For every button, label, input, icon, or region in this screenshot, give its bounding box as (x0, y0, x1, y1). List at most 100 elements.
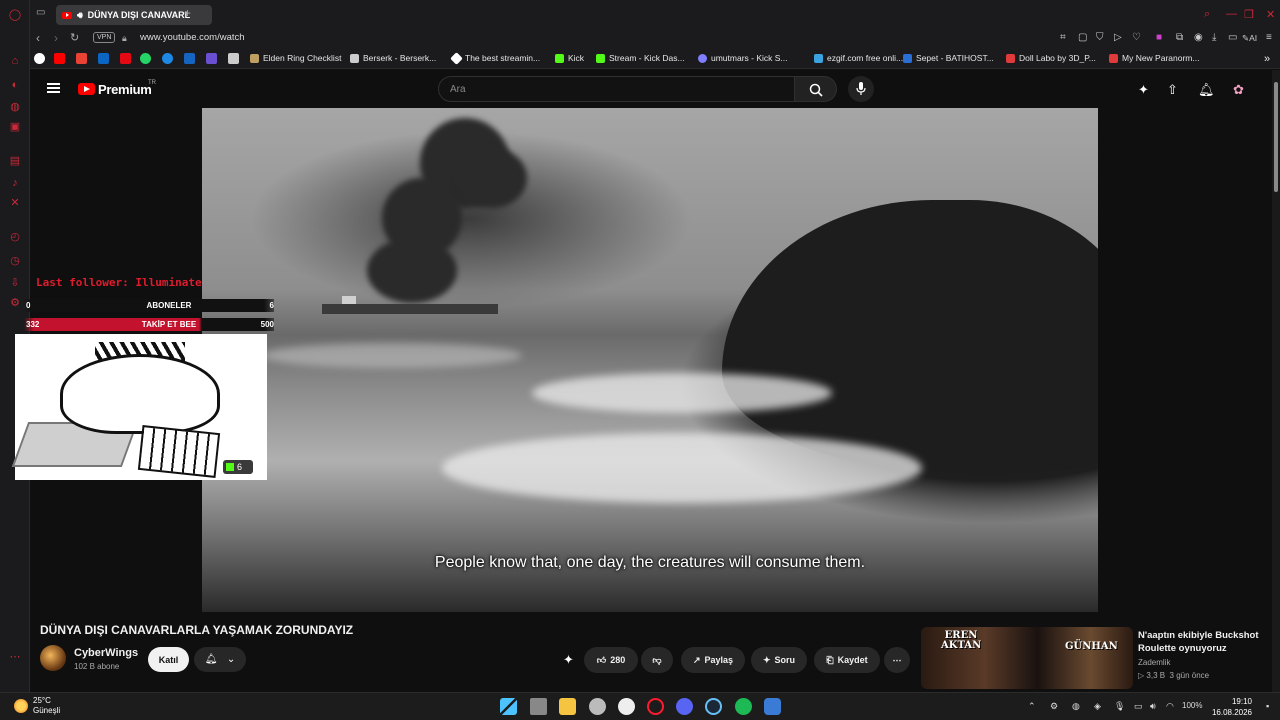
extension-icon[interactable]: ▢ (1078, 32, 1087, 43)
obs-icon[interactable] (589, 698, 606, 715)
ext-purple-icon[interactable]: ■ (1156, 32, 1162, 43)
channel-name[interactable]: CyberWings (74, 647, 138, 659)
share-button[interactable]: ↗ Paylaş (681, 647, 745, 673)
tray-chevron-icon[interactable]: ⌃ (1028, 701, 1036, 712)
task-view-icon[interactable] (530, 698, 547, 715)
subscription-bell-button[interactable]: 🔔︎ ⌄ (194, 647, 246, 672)
bookmark-blue-icon[interactable] (162, 53, 173, 64)
steam-icon[interactable] (705, 698, 722, 715)
puzzle-icon[interactable]: ⧉ (1176, 32, 1183, 43)
shield-icon[interactable]: ⛉ (1096, 32, 1104, 43)
bookmark-outlook-icon[interactable] (184, 53, 195, 64)
netflix-bookmark-icon[interactable] (120, 53, 131, 64)
more-actions-button[interactable]: ⋯ (884, 647, 910, 673)
recommendation-channel[interactable]: Zademlik (1138, 658, 1170, 667)
search-button[interactable] (795, 76, 837, 102)
google-favicon-icon[interactable] (34, 53, 45, 64)
bookmarks-overflow-icon[interactable]: » (1264, 53, 1270, 65)
voice-search-button[interactable] (848, 76, 874, 102)
sidebar-clock-icon[interactable]: ◷ (8, 254, 22, 268)
user-avatar[interactable]: ✿ (1233, 82, 1244, 98)
new-tab-icon[interactable]: + (184, 6, 191, 20)
tray-obs-icon[interactable]: ◍ (1072, 701, 1080, 712)
sidebar-messenger-icon[interactable]: ◐ (8, 78, 22, 92)
spotify-icon[interactable] (735, 698, 752, 715)
file-explorer-icon[interactable] (559, 698, 576, 715)
vpn-badge[interactable]: VPN (93, 32, 116, 43)
bookmark-item-1[interactable]: Berserk - Berserk... (350, 53, 436, 63)
start-icon[interactable] (500, 698, 517, 715)
sidebar-music-icon[interactable]: ♪ (8, 176, 22, 190)
dislike-button[interactable]: 👎︎ (641, 647, 673, 673)
sidebar-instagram-icon[interactable]: ▣ (8, 120, 22, 134)
premium-sparkle-icon[interactable]: ✦ (563, 652, 574, 668)
linkedin-bookmark-icon[interactable] (98, 53, 109, 64)
forward-icon[interactable]: › (54, 31, 58, 45)
gmail-bookmark-icon[interactable] (76, 53, 87, 64)
bookmark-item-5[interactable]: umutmars - Kick S... (698, 53, 788, 63)
sidebar-speed-dial-icon[interactable]: ⌂ (8, 54, 22, 68)
speaker-icon[interactable]: 🔊︎ (77, 10, 83, 21)
weather-widget[interactable]: 25°C Güneşli (33, 696, 60, 716)
system-clock[interactable]: 19:10 16.08.2026 (1212, 696, 1252, 718)
menu-icon[interactable]: ≡ (1266, 32, 1272, 43)
url-field[interactable]: www.youtube.com/watch (140, 32, 245, 43)
channel-avatar[interactable] (40, 645, 66, 671)
tray-app-icon[interactable]: ⚙ (1050, 701, 1058, 712)
whatsapp-bookmark-icon[interactable] (140, 53, 151, 64)
bookmark-grey-icon[interactable] (228, 53, 239, 64)
page-scrollbar[interactable] (1272, 70, 1280, 692)
bookmark-item-7[interactable]: Sepet - BATIHOST... (903, 53, 994, 63)
bookmark-item-6[interactable]: ezgif.com free onli... (814, 53, 903, 63)
restore-icon[interactable]: ❐ (1244, 8, 1254, 21)
tray-display-icon[interactable]: ▭ (1134, 701, 1143, 712)
opera-gx-icon[interactable] (647, 698, 664, 715)
wifi-icon[interactable]: ◠ (1166, 701, 1174, 712)
sidebar-more-icon[interactable]: ⋯ (8, 650, 22, 664)
sidebar-history-icon[interactable]: ◴ (8, 230, 22, 244)
notifications-bell-icon[interactable]: 🔔︎ (1198, 82, 1215, 98)
opera-logo-icon[interactable]: ◯ (8, 8, 22, 22)
app-circle-icon[interactable] (618, 698, 635, 715)
recommendation-thumbnail[interactable]: EREN AKTAN GÜNHAN (921, 627, 1133, 689)
like-button[interactable]: 👍︎ 280 (584, 647, 638, 673)
ask-button[interactable]: ✦ Soru (751, 647, 807, 673)
back-icon[interactable]: ‹ (36, 31, 40, 45)
snapshot-icon[interactable]: ⌗ (1060, 32, 1066, 43)
send-icon[interactable]: ▷ (1114, 32, 1122, 43)
join-button[interactable]: Katıl (148, 647, 189, 672)
hamburger-menu-icon[interactable] (47, 83, 60, 93)
save-button[interactable]: ⎗ Kaydet (814, 647, 880, 673)
minimize-icon[interactable]: — (1226, 8, 1237, 20)
volume-icon[interactable]: 🔊︎ (1150, 701, 1156, 712)
network-app-icon[interactable] (764, 698, 781, 715)
weather-sun-icon[interactable] (14, 699, 28, 713)
bookmark-item-2[interactable]: The best streamin... (450, 51, 540, 65)
download-icon[interactable]: ⤓ (1212, 32, 1216, 43)
discord-icon[interactable] (676, 698, 693, 715)
search-input[interactable]: Ara (438, 76, 795, 102)
bookmark-item-0[interactable]: Elden Ring Checklist (250, 53, 341, 63)
bookmark-item-9[interactable]: My New Paranorm... (1109, 53, 1199, 63)
close-icon[interactable]: ✕ (1266, 8, 1275, 21)
sidebar-twitch-icon[interactable]: ▤ (8, 154, 22, 168)
tab-search-icon[interactable]: ▭ (36, 7, 45, 18)
video-player[interactable]: People know that, one day, the creatures… (202, 108, 1098, 612)
profile-icon[interactable]: ◉ (1194, 32, 1203, 43)
notification-icon[interactable]: ▪ (1266, 701, 1269, 711)
wallet-icon[interactable]: ▭ (1228, 32, 1237, 43)
reload-icon[interactable]: ↻ (70, 31, 79, 44)
upload-icon[interactable]: ⇧ (1167, 82, 1178, 98)
lock-icon[interactable]: 🔒︎ (122, 33, 127, 44)
tray-steam-icon[interactable]: ◈ (1094, 701, 1101, 712)
heart-icon[interactable]: ♡ (1132, 32, 1141, 43)
bookmark-item-8[interactable]: Doll Labo by 3D_P... (1006, 53, 1096, 63)
sidebar-whatsapp-icon[interactable]: ◍ (8, 100, 22, 114)
premium-extension-icon[interactable]: ✦ (1138, 82, 1149, 98)
youtube-bookmark-icon[interactable] (54, 53, 65, 64)
recommendation-title[interactable]: N'aaptın ekibiyle Buckshot Roulette oynu… (1138, 629, 1270, 655)
tray-mic-icon[interactable]: 🎙︎ (1114, 701, 1125, 712)
battery-indicator[interactable]: 100% (1182, 701, 1202, 710)
bookmark-item-3[interactable]: Kick (555, 53, 584, 63)
sidebar-x-icon[interactable]: ✕ (8, 196, 22, 210)
